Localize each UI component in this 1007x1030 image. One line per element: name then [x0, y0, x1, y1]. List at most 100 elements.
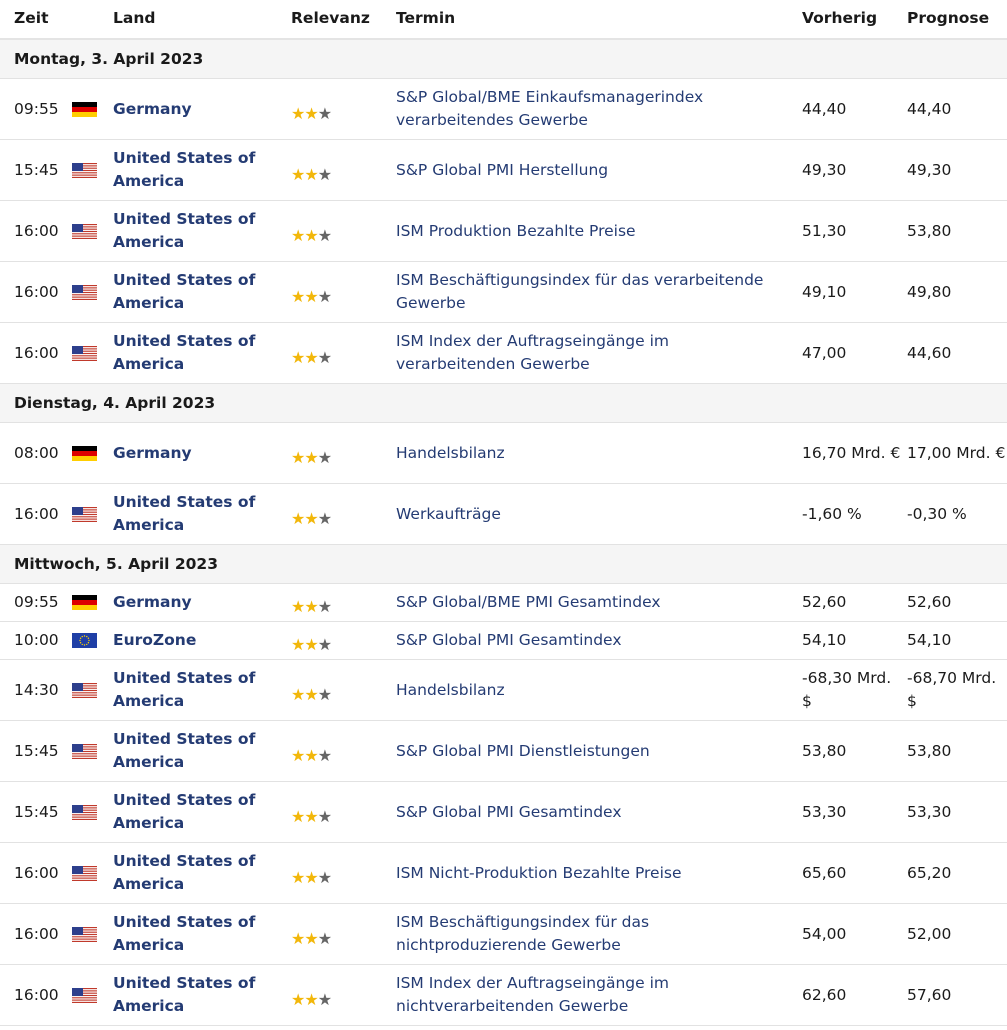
- event-link[interactable]: ISM Beschäftigungsindex für das verarbei…: [396, 262, 786, 322]
- country-link[interactable]: United States of America: [113, 140, 273, 200]
- star-icon: ★: [304, 286, 318, 306]
- country-link[interactable]: United States of America: [113, 904, 273, 964]
- country-link[interactable]: United States of America: [113, 660, 273, 720]
- forecast-value: 65,20: [907, 863, 952, 882]
- calendar-table-body: Montag, 3. April 2023 09:55 Germany ★ ★ ★ S&P …: [0, 40, 1007, 1026]
- country-link[interactable]: Germany: [113, 584, 273, 621]
- country-link[interactable]: United States of America: [113, 965, 273, 1025]
- star-icon: ★: [291, 635, 305, 654]
- previous-value: 65,60: [802, 863, 847, 882]
- flag-eurozone-icon: [72, 622, 98, 659]
- star-icon: ★: [304, 347, 318, 367]
- event-link[interactable]: S&P Global PMI Dienstleistungen: [396, 721, 786, 781]
- column-header-time[interactable]: Zeit: [14, 9, 48, 27]
- table-row[interactable]: 16:00 United States of America ★ ★ ★ Werkauft…: [0, 484, 1007, 545]
- table-row[interactable]: 16:00 United States of America ★ ★ ★ ISM Besc…: [0, 262, 1007, 323]
- previous-value: 51,30: [802, 221, 847, 240]
- star-icon: ★: [317, 347, 332, 367]
- relevance-stars: ★ ★ ★: [291, 660, 351, 720]
- table-row[interactable]: 16:00 United States of America ★ ★ ★ ISM Inde…: [0, 323, 1007, 384]
- table-row[interactable]: 16:00 United States of America ★ ★ ★ ISM Inde…: [0, 965, 1007, 1026]
- date-group-row: Montag, 3. April 2023: [0, 40, 1007, 79]
- table-row[interactable]: 16:00 United States of America ★ ★ ★ ISM Nich…: [0, 843, 1007, 904]
- flag-usa-icon: [72, 140, 98, 200]
- event-link[interactable]: ISM Index der Auftragseingänge im verarb…: [396, 323, 786, 383]
- event-link[interactable]: ISM Produktion Bezahlte Preise: [396, 201, 786, 261]
- country-link[interactable]: United States of America: [113, 484, 273, 544]
- star-icon: ★: [291, 225, 305, 245]
- country-link[interactable]: Germany: [113, 423, 273, 483]
- event-link[interactable]: Handelsbilanz: [396, 423, 786, 483]
- relevance-stars: ★ ★ ★: [291, 622, 351, 659]
- country-link[interactable]: United States of America: [113, 201, 273, 261]
- event-link[interactable]: ISM Beschäftigungsindex für das nichtpro…: [396, 904, 786, 964]
- event-link[interactable]: S&P Global/BME PMI Gesamtindex: [396, 584, 786, 621]
- star-icon: ★: [317, 635, 332, 654]
- table-row[interactable]: 08:00 Germany ★ ★ ★ Handelsbilanz 16,70 Mrd. €…: [0, 423, 1007, 484]
- event-time: 15:45: [14, 802, 59, 821]
- column-header-relevance[interactable]: Relevanz: [291, 9, 370, 27]
- forecast-value: 49,30: [907, 160, 952, 179]
- star-icon: ★: [291, 597, 305, 616]
- relevance-stars: ★ ★ ★: [291, 323, 351, 383]
- column-header-previous[interactable]: Vorherig: [802, 9, 877, 27]
- event-link[interactable]: Werkaufträge: [396, 484, 786, 544]
- country-link[interactable]: United States of America: [113, 721, 273, 781]
- event-link[interactable]: S&P Global PMI Gesamtindex: [396, 782, 786, 842]
- forecast-value: 53,80: [907, 221, 952, 240]
- event-time: 16:00: [14, 343, 59, 362]
- column-header-forecast[interactable]: Prognose: [907, 9, 989, 27]
- country-link[interactable]: EuroZone: [113, 622, 273, 659]
- table-row[interactable]: 14:30 United States of America ★ ★ ★ Handelsb…: [0, 660, 1007, 721]
- forecast-value: 52,00: [907, 924, 952, 943]
- relevance-stars: ★ ★ ★: [291, 262, 351, 322]
- relevance-stars: ★ ★ ★: [291, 721, 351, 781]
- flag-usa-icon: [72, 262, 98, 322]
- country-link[interactable]: United States of America: [113, 323, 273, 383]
- relevance-stars: ★ ★ ★: [291, 423, 351, 483]
- star-icon: ★: [317, 508, 332, 528]
- flag-usa-icon: [72, 965, 98, 1025]
- date-label: Dienstag, 4. April 2023: [14, 394, 216, 412]
- star-icon: ★: [304, 745, 318, 765]
- flag-usa-icon: [72, 721, 98, 781]
- country-link[interactable]: United States of America: [113, 782, 273, 842]
- table-row[interactable]: 16:00 United States of America ★ ★ ★ ISM Besc…: [0, 904, 1007, 965]
- relevance-stars: ★ ★ ★: [291, 140, 351, 200]
- country-link[interactable]: Germany: [113, 79, 273, 139]
- table-row[interactable]: 10:00 EuroZone ★ ★ ★ S&P Global PMI Gesamtind…: [0, 622, 1007, 660]
- column-header-country[interactable]: Land: [113, 9, 155, 27]
- star-icon: ★: [304, 867, 318, 887]
- star-icon: ★: [304, 225, 318, 245]
- star-icon: ★: [317, 928, 332, 948]
- table-row[interactable]: 15:45 United States of America ★ ★ ★ S&P Glob…: [0, 782, 1007, 843]
- table-header: Zeit Land Relevanz Termin Vorherig Progn…: [0, 0, 1007, 40]
- country-link[interactable]: United States of America: [113, 262, 273, 322]
- event-time: 09:55: [14, 593, 59, 611]
- previous-value: 44,40: [802, 99, 847, 118]
- country-link[interactable]: United States of America: [113, 843, 273, 903]
- flag-usa-icon: [72, 782, 98, 842]
- star-icon: ★: [317, 989, 332, 1009]
- event-link[interactable]: S&P Global PMI Herstellung: [396, 140, 786, 200]
- event-link[interactable]: S&P Global PMI Gesamtindex: [396, 622, 786, 659]
- table-row[interactable]: 15:45 United States of America ★ ★ ★ S&P Glob…: [0, 140, 1007, 201]
- star-icon: ★: [317, 103, 332, 123]
- star-icon: ★: [304, 635, 318, 654]
- table-row[interactable]: 09:55 Germany ★ ★ ★ S&P Global/BME PMI Gesamt…: [0, 584, 1007, 622]
- table-row[interactable]: 15:45 United States of America ★ ★ ★ S&P Glob…: [0, 721, 1007, 782]
- star-icon: ★: [291, 745, 305, 765]
- column-header-event[interactable]: Termin: [396, 9, 455, 27]
- event-link[interactable]: ISM Index der Auftragseingänge im nichtv…: [396, 965, 786, 1025]
- table-row[interactable]: 09:55 Germany ★ ★ ★ S&P Global/BME Einkaufsma…: [0, 79, 1007, 140]
- relevance-stars: ★ ★ ★: [291, 79, 351, 139]
- event-link[interactable]: S&P Global/BME Einkaufsmanagerindex vera…: [396, 79, 786, 139]
- relevance-stars: ★ ★ ★: [291, 843, 351, 903]
- event-link[interactable]: Handelsbilanz: [396, 660, 786, 720]
- event-link[interactable]: ISM Nicht-Produktion Bezahlte Preise: [396, 843, 786, 903]
- table-row[interactable]: 16:00 United States of America ★ ★ ★ ISM Prod…: [0, 201, 1007, 262]
- star-icon: ★: [304, 806, 318, 826]
- forecast-value: 52,60: [907, 593, 952, 611]
- previous-value: 54,10: [802, 631, 847, 649]
- star-icon: ★: [317, 286, 332, 306]
